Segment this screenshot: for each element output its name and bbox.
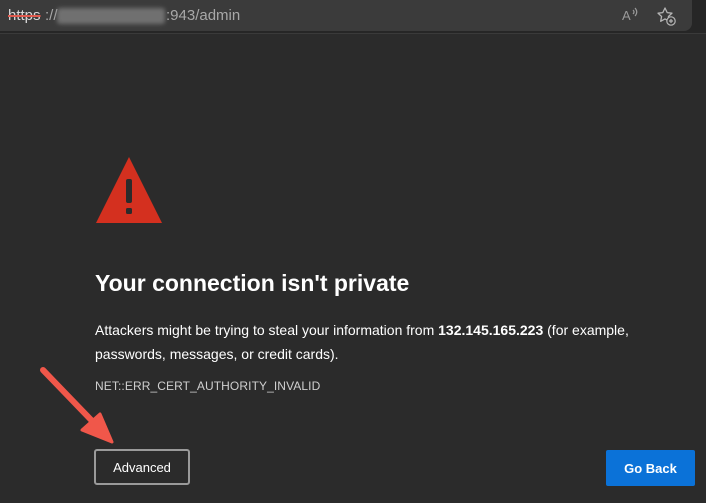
annotation-arrow [40, 367, 114, 444]
page-title: Your connection isn't private [95, 270, 410, 296]
error-description: Attackers might be trying to steal your … [95, 318, 685, 366]
browser-toolbar: https :// :943/admin A [0, 0, 706, 34]
advanced-button[interactable]: Advanced [94, 449, 190, 485]
url-separator: :// [45, 7, 58, 24]
address-bar[interactable]: https :// :943/admin A [0, 0, 692, 31]
go-back-button[interactable]: Go Back [606, 450, 695, 486]
redacted-host [57, 8, 165, 24]
read-aloud-icon[interactable]: A [621, 6, 639, 24]
url-path: :943/admin [166, 7, 241, 24]
description-prefix: Attackers might be trying to steal your … [95, 322, 439, 338]
warning-triangle-icon [96, 157, 162, 223]
error-code: NET::ERR_CERT_AUTHORITY_INVALID [95, 379, 321, 393]
url-scheme: https [8, 7, 41, 24]
host-address: 132.145.165.223 [438, 322, 544, 338]
svg-text:A: A [622, 8, 631, 23]
add-favorite-icon[interactable] [656, 6, 676, 26]
